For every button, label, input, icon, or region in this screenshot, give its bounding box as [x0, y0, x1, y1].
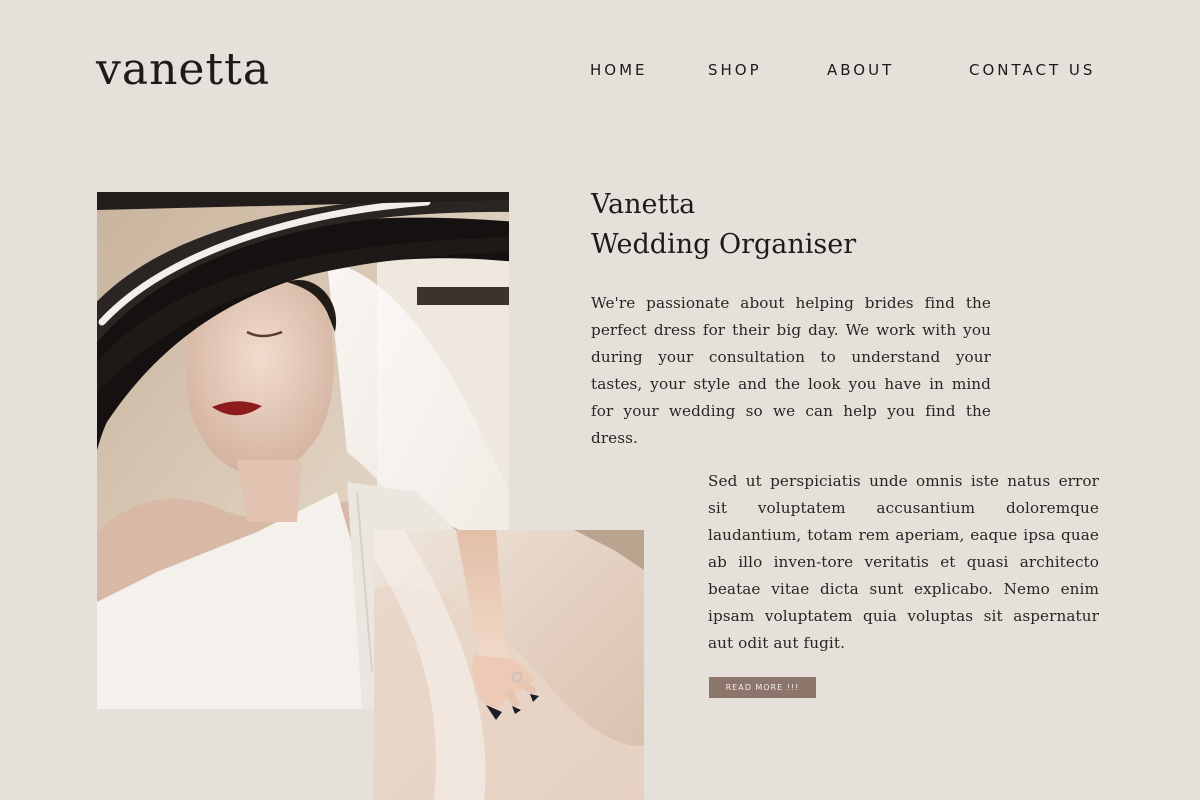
nav-shop-link[interactable]: SHOP: [708, 60, 762, 80]
read-more-button[interactable]: READ MORE !!!: [709, 677, 816, 698]
nav-contact-link[interactable]: CONTACT US: [969, 60, 1095, 80]
body-paragraph: Sed ut perspiciatis unde omnis iste natu…: [708, 472, 1099, 652]
page-title: Vanetta Wedding Organiser: [591, 185, 856, 265]
nav-about-link[interactable]: ABOUT: [827, 60, 894, 80]
page-title-line-1: Vanetta: [591, 189, 696, 220]
page-title-line-2: Wedding Organiser: [591, 229, 857, 260]
bride-hand-photo: [374, 530, 644, 800]
brand-logo[interactable]: vanetta: [96, 40, 270, 100]
intro-paragraph: We're passionate about helping brides fi…: [591, 294, 991, 447]
nav-home-link[interactable]: HOME: [590, 60, 648, 80]
